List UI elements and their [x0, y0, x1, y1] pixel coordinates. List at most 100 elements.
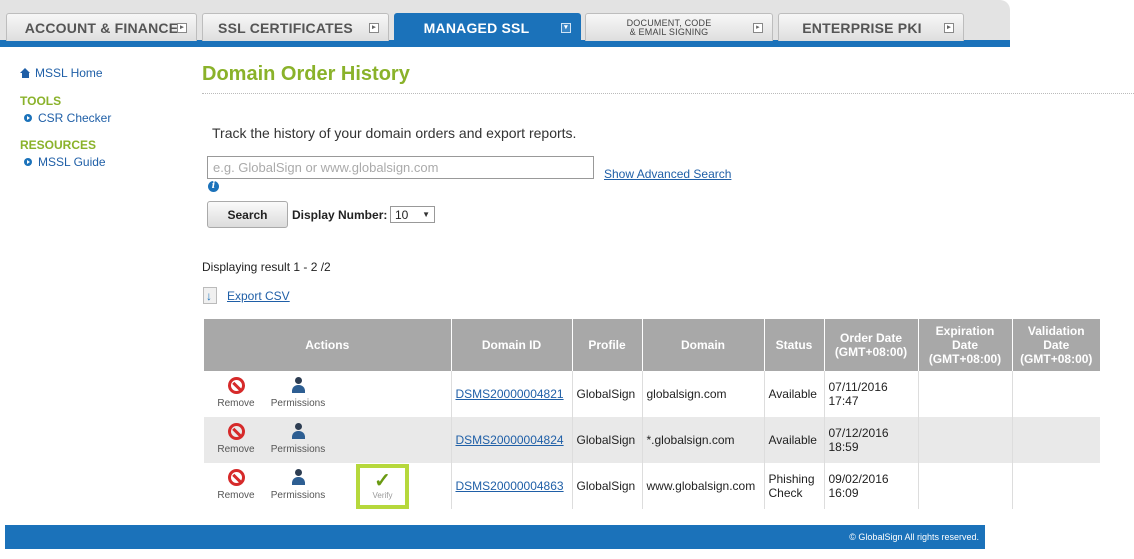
col-domain: Domain — [642, 319, 765, 371]
domain-id-cell: DSMS20000004863 — [451, 463, 573, 509]
permissions-label: Permissions — [270, 490, 326, 501]
domain-id-link[interactable]: DSMS20000004821 — [456, 387, 564, 401]
user-icon — [291, 469, 305, 486]
sidebar-heading-tools: TOOLS — [20, 94, 62, 108]
bullet-arrow-icon — [24, 158, 32, 166]
col-order-date: Order Date (GMT+08:00) — [824, 319, 919, 371]
info-icon[interactable]: i — [208, 181, 219, 192]
page-intro: Track the history of your domain orders … — [212, 125, 577, 141]
domain-id-link[interactable]: DSMS20000004824 — [456, 433, 564, 447]
user-icon — [291, 423, 305, 440]
tab-enterprise-pki[interactable]: ENTERPRISE PKI ▸ — [778, 13, 964, 41]
tab-arrow-icon: ▸ — [944, 23, 954, 33]
validation-date-cell — [1012, 417, 1100, 463]
tab-label: ACCOUNT & FINANCE — [24, 19, 179, 36]
advanced-search-link[interactable]: Show Advanced Search — [604, 167, 731, 181]
tab-managed-ssl[interactable]: MANAGED SSL ▾ — [394, 13, 581, 41]
sidebar-item-csr-checker[interactable]: CSR Checker — [24, 111, 190, 125]
display-number-select[interactable]: 10 ▼ — [390, 206, 435, 223]
search-button[interactable]: Search — [207, 201, 288, 228]
table-header-row: Actions Domain ID Profile Domain Status … — [204, 319, 1100, 371]
remove-icon — [227, 423, 245, 440]
page-title: Domain Order History — [202, 63, 410, 85]
remove-button[interactable]: Remove — [206, 469, 266, 501]
verify-button[interactable]: ✓ Verify — [356, 464, 409, 509]
col-expiration-tz: (GMT+08:00) — [928, 352, 1002, 366]
search-input[interactable] — [207, 156, 594, 179]
tab-account-finance[interactable]: ACCOUNT & FINANCE ▸ — [6, 13, 197, 41]
order-time: 18:59 — [828, 440, 859, 454]
sidebar-link-mssl-home[interactable]: MSSL Home — [35, 66, 103, 80]
domain-id-cell: DSMS20000004824 — [451, 417, 573, 463]
domain-cell: *.globalsign.com — [642, 417, 765, 463]
tab-label-line2: & EMAIL SIGNING — [629, 26, 709, 37]
col-status: Status — [764, 319, 825, 371]
result-count: Displaying result 1 - 2 /2 — [202, 260, 331, 274]
row-actions: Remove Permissions ✓ Verify — [204, 463, 452, 509]
sidebar-heading-resources: RESOURCES — [20, 138, 97, 152]
profile-cell: GlobalSign — [572, 371, 643, 417]
domain-id-cell: DSMS20000004821 — [451, 371, 573, 417]
export-csv[interactable]: Export CSV — [203, 287, 290, 304]
row-actions: Remove Permissions — [204, 371, 452, 417]
permissions-label: Permissions — [270, 398, 326, 409]
order-date: 07/12/2016 — [828, 426, 889, 440]
order-date: 09/02/2016 — [828, 472, 889, 486]
sidebar-item-mssl-guide[interactable]: MSSL Guide — [24, 155, 190, 169]
top-nav-underline — [0, 40, 1010, 47]
remove-icon — [227, 377, 245, 394]
tab-arrow-icon: ▸ — [753, 23, 763, 33]
profile-cell: GlobalSign — [572, 463, 643, 509]
order-date-cell: 07/11/2016 17:47 — [824, 371, 919, 417]
order-time: 16:09 — [828, 486, 859, 500]
title-divider — [202, 93, 1134, 94]
display-number-value: 10 — [395, 207, 409, 222]
tab-ssl-certificates[interactable]: SSL CERTIFICATES ▸ — [202, 13, 389, 41]
checkmark-icon: ✓ — [374, 470, 391, 492]
domain-order-table: Actions Domain ID Profile Domain Status … — [204, 319, 1100, 509]
col-actions: Actions — [204, 319, 452, 371]
remove-button[interactable]: Remove — [206, 377, 266, 409]
status-cell: Available — [764, 417, 825, 463]
footer: © GlobalSign All rights reserved. — [5, 525, 985, 549]
home-icon — [20, 68, 31, 78]
sidebar-link-mssl-guide[interactable]: MSSL Guide — [38, 155, 106, 169]
col-order-date-label: Order Date — [839, 331, 903, 345]
permissions-label: Permissions — [270, 444, 326, 455]
col-expiration-date: Expiration Date (GMT+08:00) — [918, 319, 1013, 371]
tab-document-code-email-signing[interactable]: DOCUMENT, CODE & EMAIL SIGNING ▸ — [585, 13, 773, 41]
col-order-date-tz: (GMT+08:00) — [834, 345, 908, 359]
download-icon[interactable] — [203, 287, 217, 304]
remove-icon — [227, 469, 245, 486]
col-expiration-label-2: Date — [951, 338, 978, 352]
order-date: 07/11/2016 — [828, 380, 888, 394]
profile-cell: GlobalSign — [572, 417, 643, 463]
tab-label: MANAGED SSL — [423, 19, 530, 36]
row-actions: Remove Permissions — [204, 417, 452, 463]
status-line2: Check — [768, 486, 803, 500]
validation-date-cell — [1012, 371, 1100, 417]
remove-button[interactable]: Remove — [206, 423, 266, 455]
permissions-button[interactable]: Permissions — [268, 423, 328, 455]
col-expiration-label: Expiration — [935, 324, 995, 338]
tab-dropdown-icon: ▾ — [561, 23, 571, 33]
sidebar-item-mssl-home[interactable]: MSSL Home — [20, 66, 190, 80]
expiration-date-cell — [918, 371, 1013, 417]
table-row: Remove Permissions ✓ Verify DSMS20000004… — [204, 463, 1100, 509]
tab-arrow-icon: ▸ — [177, 23, 187, 33]
permissions-button[interactable]: Permissions — [268, 469, 328, 501]
order-date-cell: 09/02/2016 16:09 — [824, 463, 919, 509]
sidebar-link-csr-checker[interactable]: CSR Checker — [38, 111, 111, 125]
permissions-button[interactable]: Permissions — [268, 377, 328, 409]
col-validation-label: Validation — [1027, 324, 1085, 338]
domain-id-link[interactable]: DSMS20000004863 — [456, 479, 564, 493]
expiration-date-cell — [918, 417, 1013, 463]
status-cell: Phishing Check — [764, 463, 825, 509]
domain-cell: www.globalsign.com — [642, 463, 765, 509]
export-csv-link[interactable]: Export CSV — [227, 289, 290, 303]
col-validation-label-2: Date — [1043, 338, 1070, 352]
chevron-down-icon: ▼ — [422, 210, 430, 219]
copyright-text: © GlobalSign All rights reserved. — [849, 532, 979, 542]
order-date-cell: 07/12/2016 18:59 — [824, 417, 919, 463]
status-line1: Phishing — [768, 472, 815, 486]
